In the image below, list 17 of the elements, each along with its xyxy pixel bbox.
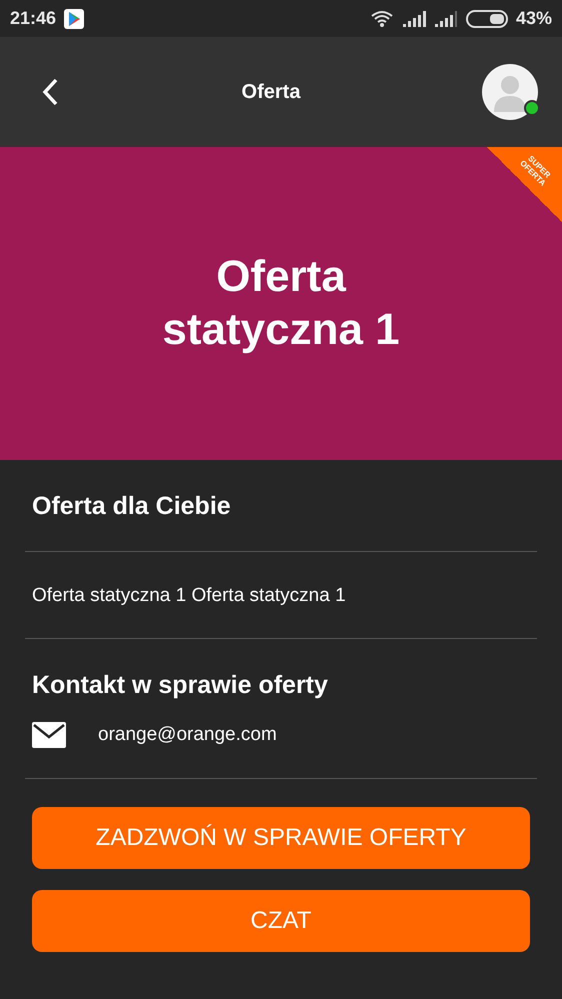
- play-store-icon: [64, 8, 84, 28]
- banner-title: Oferta statyczna 1: [161, 250, 401, 356]
- envelope-icon: [32, 722, 66, 748]
- page-title: Oferta: [240, 80, 302, 104]
- status-time: 21:46: [10, 8, 56, 29]
- battery-percent: 43%: [516, 8, 552, 29]
- back-button[interactable]: [40, 77, 60, 107]
- section-heading: Kontakt w sprawie oferty: [31, 671, 329, 700]
- offer-description: Oferta statyczna 1 Oferta statyczna 1: [25, 552, 537, 639]
- action-button[interactable]: ZADZWOŃ W SPRAWIE OFERTY: [32, 807, 530, 869]
- signal-icon: [434, 10, 458, 26]
- action-button[interactable]: CZAT: [32, 890, 530, 952]
- signal-icon: [402, 10, 426, 26]
- section-heading: Oferta dla Ciebie: [32, 492, 232, 521]
- battery-icon: [466, 10, 508, 28]
- wifi-icon: [370, 10, 394, 28]
- contact-email[interactable]: orange@orange.com: [98, 724, 277, 746]
